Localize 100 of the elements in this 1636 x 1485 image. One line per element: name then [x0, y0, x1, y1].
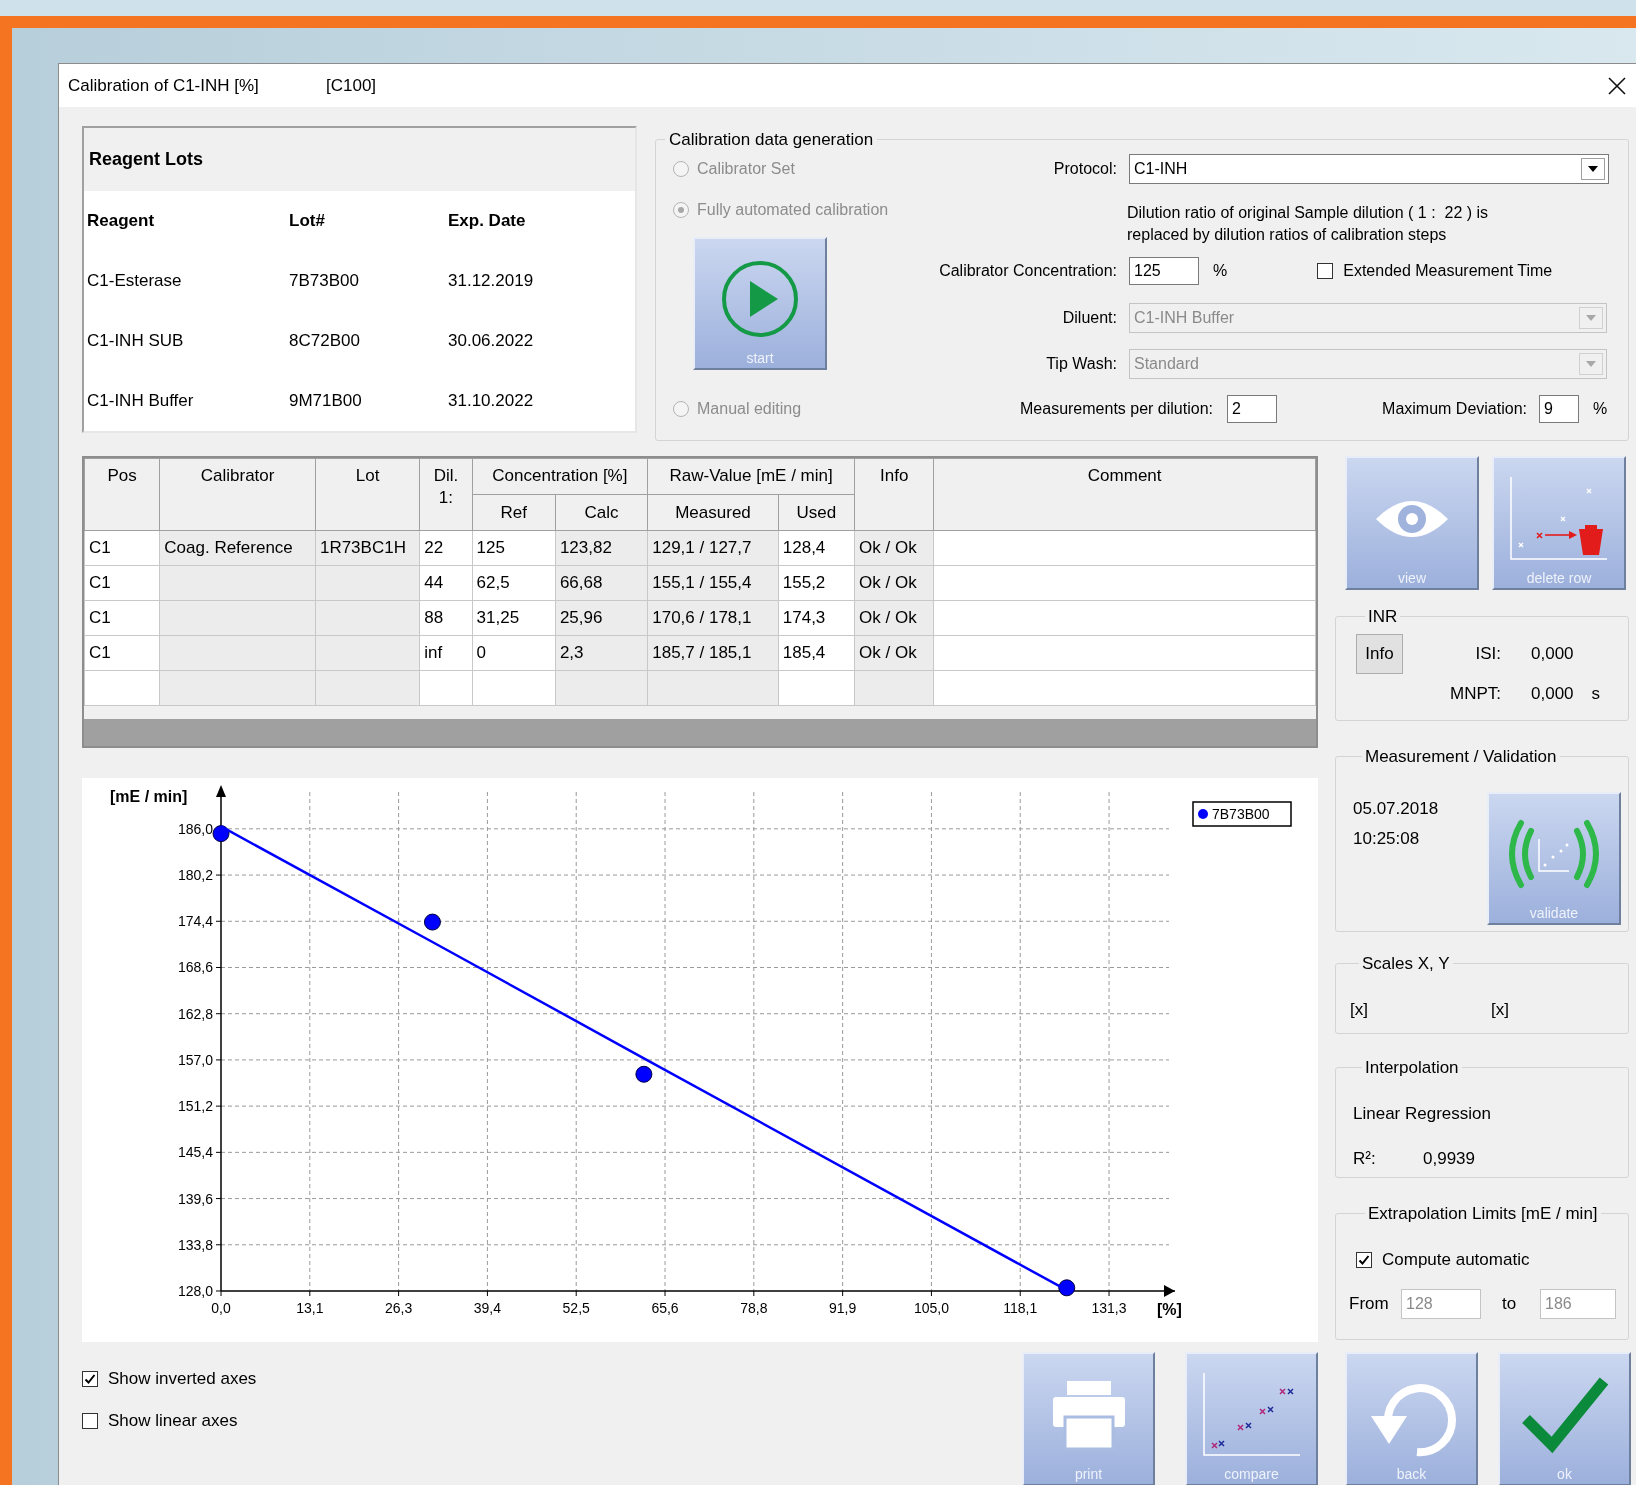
- table-cell: 44: [419, 565, 473, 601]
- column-header: Info: [854, 458, 934, 531]
- table-cell: 22: [419, 530, 473, 566]
- field-label: From: [1349, 1292, 1390, 1315]
- dropdown[interactable]: C1-INH: [1129, 153, 1609, 184]
- tick-label: 186,0: [177, 820, 213, 837]
- column-header: Ref: [472, 494, 556, 531]
- value-text: 0,9939: [1423, 1148, 1475, 1170]
- unit-label: %: [1593, 398, 1608, 419]
- text-field[interactable]: 186: [1540, 1288, 1616, 1319]
- column-header: Reagent: [87, 210, 156, 233]
- tick-label: 131,3: [1091, 1300, 1127, 1316]
- tick-label: 13,1: [296, 1300, 324, 1316]
- compare-button[interactable]: compare: [1185, 1352, 1318, 1485]
- checkbox-label: Show linear axes: [108, 1410, 238, 1433]
- table-cell-text: C1-INH SUB: [87, 330, 185, 353]
- text-field[interactable]: 128: [1401, 1288, 1481, 1319]
- tick-label: 145,4: [177, 1144, 213, 1161]
- column-header: Used: [778, 494, 855, 531]
- column-header: Concentration [%]: [472, 458, 648, 495]
- text-field[interactable]: 2: [1227, 394, 1277, 423]
- tick-label: 0,0: [211, 1300, 231, 1316]
- table-cell-text: 7B73B00: [289, 270, 360, 293]
- table-cell: Ok / Ok: [854, 530, 934, 566]
- table-cell: C1: [84, 600, 160, 636]
- axis-title: [mE / min]: [110, 788, 188, 805]
- text-field[interactable]: 9: [1539, 394, 1579, 423]
- table-cell: 1R73BC1H: [315, 530, 420, 566]
- table-cell: 185,4: [778, 635, 855, 671]
- group-title: Interpolation: [1364, 1057, 1460, 1079]
- table-cell: 185,7 / 185,1: [647, 635, 779, 671]
- tick-label: 174,4: [177, 913, 213, 930]
- window-code: [C100]: [326, 74, 377, 97]
- column-header: Measured: [647, 494, 779, 531]
- table-cell: C1: [84, 530, 160, 566]
- scale-value: [x]: [1491, 998, 1509, 1021]
- column-header: Comment: [933, 458, 1316, 531]
- table-cell: Coag. Reference: [159, 530, 316, 566]
- info-button[interactable]: Info: [1356, 633, 1403, 674]
- group-title: Scales X, Y: [1361, 953, 1451, 975]
- column-header: Calc: [555, 494, 648, 531]
- table-cell-text: 31.10.2022: [448, 390, 535, 413]
- field-label: R²:: [1353, 1148, 1377, 1170]
- checkbox-label: Extended Measurement Time: [1343, 260, 1553, 281]
- caret-icon: [1581, 157, 1605, 180]
- start-button[interactable]: start: [693, 236, 827, 370]
- column-header: Raw-Value [mE / min]: [647, 458, 855, 495]
- table-cell: C1: [84, 565, 160, 601]
- checkbox[interactable]: [1317, 262, 1334, 279]
- tick-label: 157,0: [177, 1051, 213, 1068]
- radio-button[interactable]: [673, 201, 689, 218]
- table-cell: 129,1 / 127,7: [647, 530, 779, 566]
- print-button[interactable]: print: [1022, 1352, 1155, 1485]
- column-header: Pos: [84, 458, 160, 531]
- table-cell: 88: [419, 600, 473, 636]
- group-title: Calibration data generation: [668, 129, 875, 151]
- field-label: Maximum Deviation:: [1381, 398, 1527, 419]
- play-icon: [720, 258, 800, 339]
- validate-button[interactable]: validate: [1487, 791, 1621, 925]
- column-header: Dil. 1:: [419, 458, 473, 531]
- column-header: Lot: [315, 458, 420, 531]
- table-cell: 0: [472, 635, 556, 671]
- checkbox[interactable]: [1356, 1251, 1372, 1268]
- radio-label: Calibrator Set: [697, 158, 795, 179]
- scale-value: [x]: [1350, 998, 1369, 1021]
- table-cell: inf: [419, 635, 473, 671]
- column-header: Exp. Date: [448, 210, 527, 233]
- table-cell: 2,3: [555, 635, 648, 671]
- back-button[interactable]: back: [1345, 1352, 1478, 1485]
- tick-label: 139,6: [177, 1190, 213, 1207]
- checkbox-label: Show inverted axes: [108, 1368, 257, 1391]
- date-text: 05.07.2018: [1353, 797, 1439, 820]
- legend-label: 7B73B00: [1212, 806, 1270, 822]
- caret-icon: [1579, 352, 1603, 375]
- field-label: MNPT:: [1449, 682, 1501, 705]
- tick-label: 39,4: [473, 1300, 502, 1316]
- value-text: 0,000: [1531, 642, 1574, 665]
- view-button[interactable]: view: [1345, 456, 1479, 590]
- table-cell: 123,82: [555, 530, 648, 566]
- radio-label: Fully automated calibration: [697, 199, 889, 220]
- radio-button[interactable]: [673, 160, 689, 177]
- delete-button[interactable]: delete row: [1492, 456, 1626, 590]
- checkbox[interactable]: [82, 1413, 98, 1429]
- field-label: Protocol:: [1052, 158, 1117, 179]
- text-field[interactable]: 125: [1129, 256, 1199, 285]
- table-cell-text: C1-Esterase: [87, 270, 183, 293]
- tick-label: 151,2: [177, 1098, 213, 1115]
- tick-label: 133,8: [177, 1236, 213, 1253]
- tick-label: 26,3: [385, 1300, 413, 1316]
- tick-label: 52,5: [562, 1300, 590, 1316]
- table-cell: 155,2: [778, 565, 855, 601]
- radio-button[interactable]: [673, 400, 689, 417]
- table-cell: 62,5: [472, 565, 556, 601]
- tick-label: 65,6: [651, 1300, 679, 1316]
- checkbox[interactable]: [82, 1371, 98, 1387]
- caret-icon: [1579, 306, 1603, 329]
- table-cell-text: 30.06.2022: [448, 330, 535, 353]
- unit-label: %: [1213, 260, 1228, 281]
- column-header: Calibrator: [159, 458, 316, 531]
- ok-button[interactable]: ok: [1498, 1352, 1631, 1485]
